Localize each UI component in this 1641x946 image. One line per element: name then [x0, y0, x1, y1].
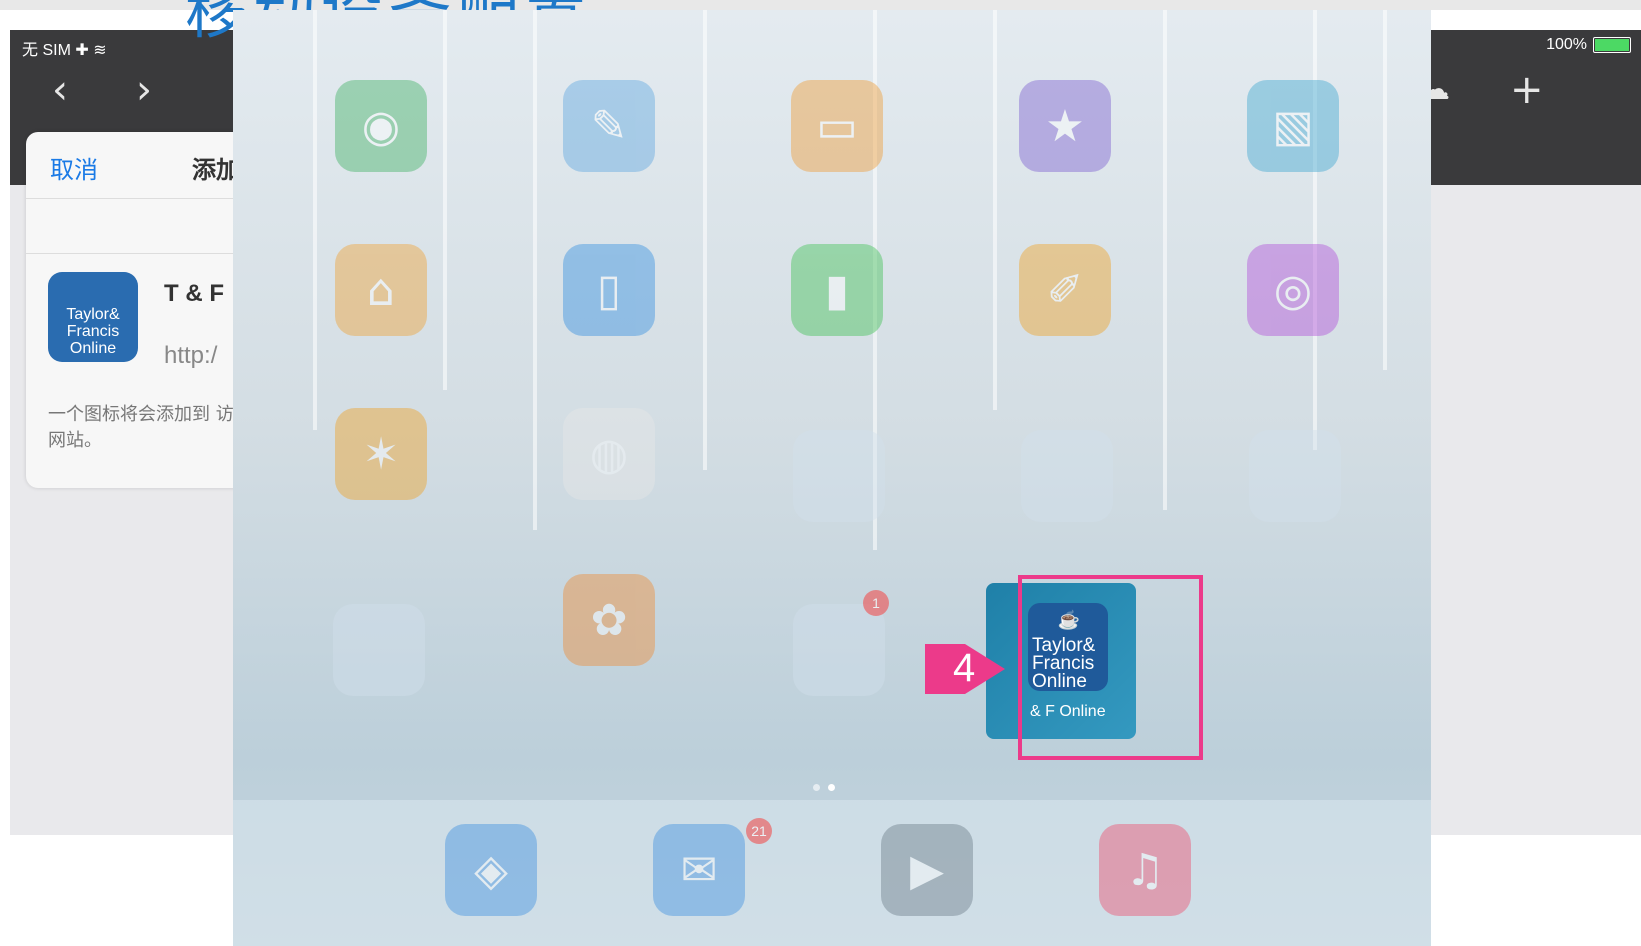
dock-icon: ✉	[680, 844, 718, 896]
app-itunes-u[interactable]: ⌂	[335, 244, 427, 336]
app-icon: ▯	[596, 264, 622, 316]
dock-icon: ◈	[474, 844, 508, 896]
app-chrome[interactable]: ◍	[563, 408, 655, 500]
status-battery: 100%	[1546, 36, 1631, 54]
app-icon: ★	[1045, 100, 1085, 152]
app-icon: ✐	[1046, 264, 1084, 316]
app-find-iphone[interactable]: ◉	[335, 80, 427, 172]
app-icon: ▧	[1272, 100, 1314, 152]
forward-button[interactable]: ›	[136, 70, 152, 110]
app-icon: ◎	[1273, 264, 1313, 316]
ipad-home-screen: ◉ ✎ ▭ ★ ▧ ⌂ ▯ ▮ ✐ ◎ ✶ ◍ ✿ 1 ◈ ✉ ▶ ♫ 21	[233, 10, 1431, 946]
app-icon: ✶	[362, 428, 400, 480]
bookmark-name-field[interactable]: T & F	[164, 280, 224, 308]
app-icon: ◉	[361, 100, 401, 152]
add-tab-icon[interactable]: +	[1510, 70, 1544, 110]
app-icon: ✿	[590, 594, 628, 646]
app-pages[interactable]: ✐	[1019, 244, 1111, 336]
app-icon: ✎	[590, 100, 628, 152]
app-numbers[interactable]: ▮	[791, 244, 883, 336]
app-imovie[interactable]: ★	[1019, 80, 1111, 172]
folder-other[interactable]	[1021, 430, 1113, 522]
app-podcasts[interactable]: ◎	[1247, 244, 1339, 336]
app-icon: ▭	[816, 100, 858, 152]
app-gotomeeting[interactable]: ✿	[563, 574, 655, 666]
taylor-francis-icon: Taylor& Francis Online	[48, 272, 138, 362]
folder-entertainment[interactable]	[1249, 430, 1341, 522]
dock-music[interactable]: ♫	[1099, 824, 1191, 916]
app-iphoto[interactable]: ▧	[1247, 80, 1339, 172]
back-button[interactable]: ‹	[52, 70, 68, 110]
bookmark-url: http:/	[164, 342, 218, 369]
folder-tools[interactable]	[793, 430, 885, 522]
highlight-box	[1018, 575, 1203, 760]
dock-videos[interactable]: ▶	[881, 824, 973, 916]
dock-icon: ♫	[1125, 844, 1165, 896]
battery-icon	[1593, 37, 1631, 53]
page-dot-active	[828, 784, 835, 791]
app-icon: ⌂	[367, 264, 395, 316]
folder-notebook[interactable]	[333, 604, 425, 696]
folder-game[interactable]	[793, 604, 885, 696]
app-books[interactable]: ▭	[791, 80, 883, 172]
app-ibooks[interactable]: ✎	[563, 80, 655, 172]
dock	[233, 800, 1431, 946]
battery-percent: 100%	[1546, 36, 1587, 53]
dock-mail[interactable]: ✉	[653, 824, 745, 916]
game-badge: 1	[863, 590, 889, 616]
cancel-button[interactable]: 取消	[50, 150, 98, 185]
app-查找朋友[interactable]: ✶	[335, 408, 427, 500]
step-number: 4	[953, 646, 976, 690]
dock-safari[interactable]: ◈	[445, 824, 537, 916]
dock-icon: ▶	[910, 844, 944, 896]
page-indicator	[813, 784, 835, 791]
mail-badge: 21	[746, 818, 772, 844]
app-keynote[interactable]: ▯	[563, 244, 655, 336]
page-dot	[813, 784, 820, 791]
app-icon: ◍	[589, 428, 629, 480]
status-carrier: 无 SIM ✚ ≋	[22, 42, 107, 59]
app-icon: ▮	[824, 264, 850, 316]
